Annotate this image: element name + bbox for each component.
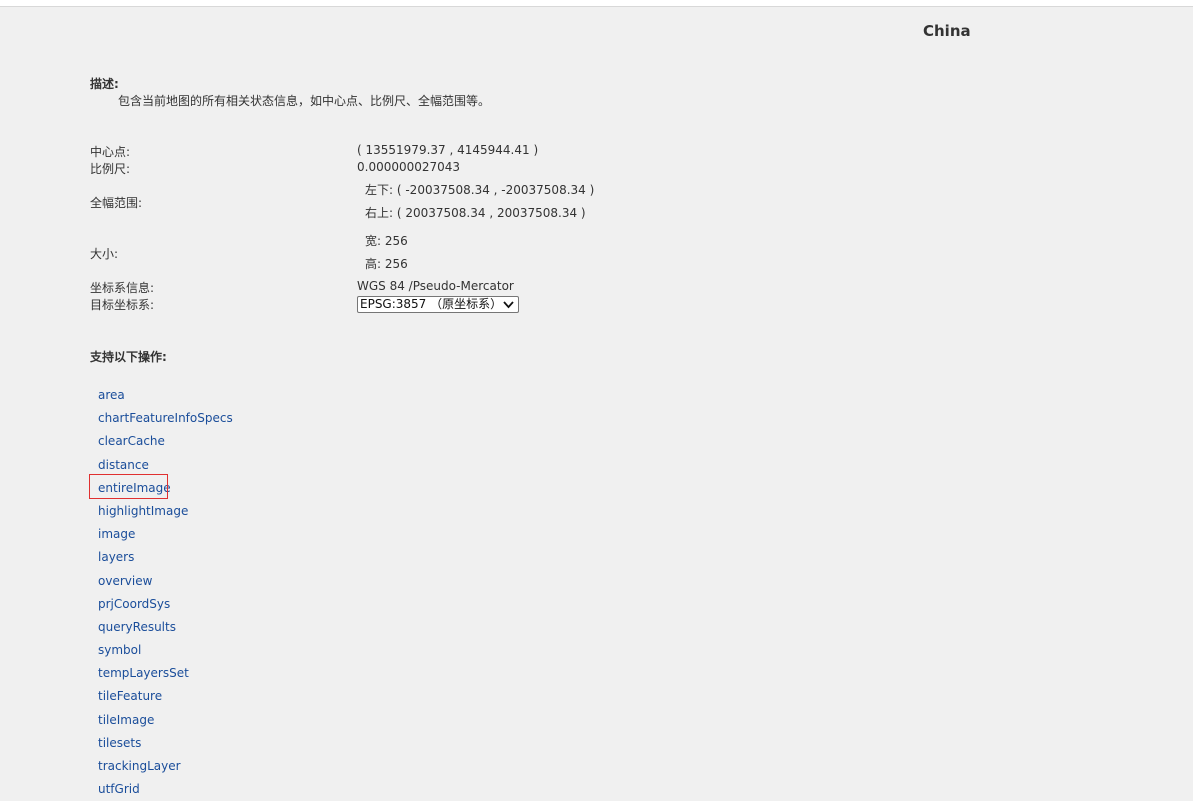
scale-label: 比例尺: (90, 162, 131, 176)
bounds-lower-value: 左下: ( -20037508.34 , -20037508.34 ) (365, 183, 595, 197)
operation-item: layers (90, 544, 233, 567)
operation-link-layers[interactable]: layers (98, 550, 134, 564)
target-crs-label: 目标坐标系: (90, 298, 155, 312)
operation-link-tempLayersSet[interactable]: tempLayersSet (98, 666, 189, 680)
operation-item: overview (90, 568, 233, 591)
page-title: China (923, 22, 971, 40)
operation-link-tileFeature[interactable]: tileFeature (98, 689, 162, 703)
operation-item: tempLayersSet (90, 660, 233, 683)
crs-label: 坐标系信息: (90, 281, 155, 295)
size-label: 大小: (90, 247, 119, 261)
operation-link-utfGrid[interactable]: utfGrid (98, 782, 140, 796)
operation-item: trackingLayer (90, 753, 233, 776)
operation-link-clearCache[interactable]: clearCache (98, 434, 165, 448)
crs-value: WGS 84 /Pseudo-Mercator (357, 279, 514, 293)
operation-item: tileImage (90, 707, 233, 730)
operation-link-image[interactable]: image (98, 527, 135, 541)
bounds-upper-value: 右上: ( 20037508.34 , 20037508.34 ) (365, 206, 586, 220)
size-width-value: 宽: 256 (365, 234, 408, 248)
operation-item: area (90, 382, 233, 405)
operation-link-symbol[interactable]: symbol (98, 643, 141, 657)
operation-item: entireImage (89, 473, 171, 499)
scale-value: 0.000000027043 (357, 160, 461, 174)
center-label: 中心点: (90, 145, 131, 159)
operation-link-queryResults[interactable]: queryResults (98, 620, 176, 634)
operation-link-distance[interactable]: distance (98, 458, 149, 472)
size-height-value: 高: 256 (365, 257, 408, 271)
operation-item: queryResults (90, 614, 233, 637)
operations-label: 支持以下操作: (90, 350, 167, 364)
operation-item: clearCache (90, 428, 233, 451)
top-bar (0, 0, 1193, 7)
center-value: ( 13551979.37 , 4145944.41 ) (357, 143, 539, 157)
operation-link-trackingLayer[interactable]: trackingLayer (98, 759, 181, 773)
operation-item: symbol (90, 637, 233, 660)
operation-item: utfGrid (90, 776, 233, 799)
operation-link-prjCoordSys[interactable]: prjCoordSys (98, 597, 170, 611)
operation-item: distance (90, 452, 233, 475)
operation-link-chartFeatureInfoSpecs[interactable]: chartFeatureInfoSpecs (98, 411, 233, 425)
bounds-label: 全幅范围: (90, 196, 143, 210)
operation-link-entireImage[interactable]: entireImage (98, 481, 171, 495)
operation-item: image (90, 521, 233, 544)
target-crs-select[interactable]: EPSG:3857 （原坐标系） (357, 296, 519, 313)
description-text: 包含当前地图的所有相关状态信息，如中心点、比例尺、全幅范围等。 (118, 94, 491, 108)
operation-link-highlightImage[interactable]: highlightImage (98, 504, 188, 518)
operations-list: area chartFeatureInfoSpecs clearCache dista… (89, 382, 233, 799)
operation-link-tilesets[interactable]: tilesets (98, 736, 141, 750)
operation-item: tilesets (90, 730, 233, 753)
target-crs-selected-value: EPSG:3857 （原坐标系） (360, 297, 503, 311)
operation-link-tileImage[interactable]: tileImage (98, 713, 154, 727)
operation-link-overview[interactable]: overview (98, 574, 152, 588)
operation-link-area[interactable]: area (98, 388, 125, 402)
chevron-down-icon (503, 297, 514, 313)
operation-item: highlightImage (90, 498, 233, 521)
operation-item: prjCoordSys (90, 591, 233, 614)
operation-item: tileFeature (90, 683, 233, 706)
description-label: 描述: (90, 77, 119, 91)
operation-item: chartFeatureInfoSpecs (90, 405, 233, 428)
